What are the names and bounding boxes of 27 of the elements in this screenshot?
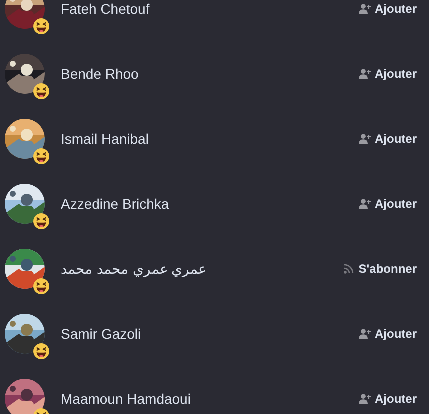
person-name: Azzedine Brichka [61,196,170,212]
laughing-emoji-icon [33,18,50,34]
add-friend-icon [359,394,371,404]
person-name: عمري عمري محمد محمد [61,260,208,276]
follow-button[interactable]: S'abonner [342,262,417,276]
add-friend-icon [359,68,371,78]
add-friend-icon [359,4,371,14]
person-name: Fateh Chetouf [61,0,151,16]
add-friend-button[interactable]: Ajouter [359,66,417,80]
person-name: Bende Rhoo [61,66,140,82]
laughing-emoji-icon [33,342,50,360]
person-name: Maamoun Hamdaoui [61,390,192,406]
add-friend-button[interactable]: Ajouter [359,132,417,146]
add-friend-button[interactable]: Ajouter [359,392,417,406]
laughing-emoji-icon [33,212,50,230]
laughing-emoji-icon [33,148,50,164]
add-friend-icon [359,198,371,208]
add-friend-icon [359,134,371,144]
person-name: Ismail Hanibal [61,130,150,146]
add-friend-button[interactable]: Ajouter [359,2,417,16]
laughing-emoji-icon [33,278,50,294]
add-friend-button[interactable]: Ajouter [359,326,417,340]
add-friend-icon [359,328,371,338]
person-name: Samir Gazoli [61,326,142,342]
add-friend-button[interactable]: Ajouter [359,196,417,210]
rss-icon [342,264,355,274]
laughing-emoji-icon [33,82,50,100]
